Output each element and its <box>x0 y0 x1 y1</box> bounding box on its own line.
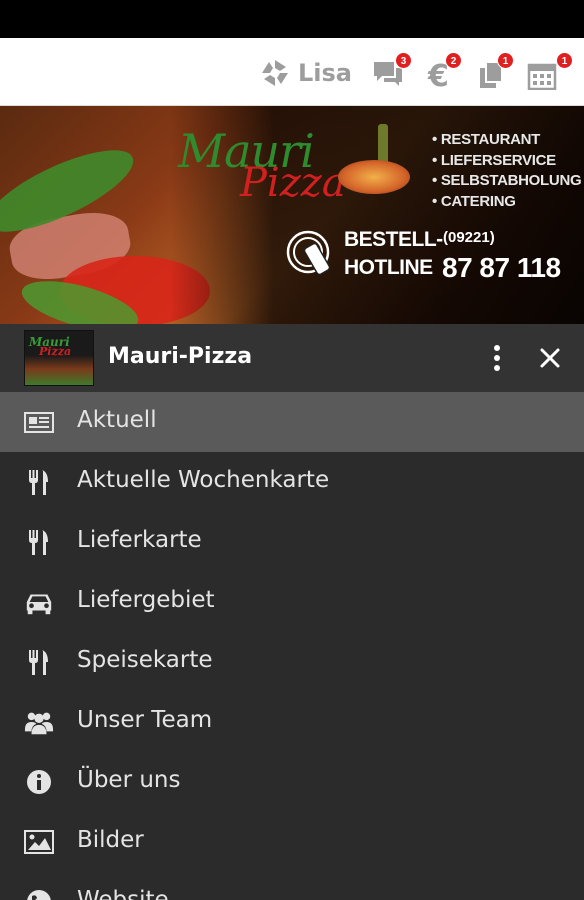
group-icon <box>24 712 54 735</box>
more-options-icon[interactable] <box>482 342 512 374</box>
thumbnail-word-pizza: Pizza <box>39 345 72 358</box>
menu-item-label: Website <box>77 887 169 900</box>
hotline-label-line1: BESTELL- <box>344 228 443 251</box>
service-item: RESTAURANT <box>432 130 581 151</box>
logo-word-pizza: Pizza <box>240 160 346 206</box>
service-item: LIEFERSERVICE <box>432 151 581 172</box>
calendar-badge: 1 <box>556 52 573 69</box>
menu-item-website[interactable]: Website <box>0 872 584 900</box>
logo-pizza-graphic <box>338 160 410 194</box>
menu-item-label: Aktuelle Wochenkarte <box>77 467 330 493</box>
brand-link[interactable]: Lisa <box>260 58 352 88</box>
documents-button[interactable]: 1 <box>478 52 514 92</box>
service-item: SELBSTABHOLUNG <box>432 171 582 192</box>
documents-badge: 1 <box>497 52 514 69</box>
restaurant-thumbnail: Mauri Pizza <box>24 330 94 386</box>
menu-item-label: Bilder <box>77 827 144 853</box>
newspaper-icon <box>24 412 54 433</box>
brand-label: Lisa <box>298 59 352 87</box>
area-code: (09221) <box>443 229 495 246</box>
menu-item-lieferkarte[interactable]: Lieferkarte <box>0 512 584 572</box>
phone-number[interactable]: 87 87 118 <box>442 252 561 284</box>
phone-ring-icon <box>286 230 331 276</box>
logo-bottle-graphic <box>378 124 388 164</box>
menu-item-label: Lieferkarte <box>77 527 202 553</box>
calendar-icon <box>527 63 557 90</box>
drawer-header: Mauri Pizza Mauri-Pizza <box>0 324 584 392</box>
cutlery-icon <box>29 530 48 555</box>
menu-item-ueber-uns[interactable]: Über uns <box>0 752 584 812</box>
messages-button[interactable]: 3 <box>372 52 412 92</box>
calendar-button[interactable]: 1 <box>527 52 573 92</box>
info-icon <box>27 770 51 794</box>
menu-item-label: Aktuell <box>77 407 157 433</box>
menu-item-label: Über uns <box>77 767 181 793</box>
close-icon[interactable] <box>534 342 566 374</box>
euro-badge: 2 <box>445 52 462 69</box>
menu-item-aktuelle-wochenkarte[interactable]: Aktuelle Wochenkarte <box>0 452 584 512</box>
menu-item-speisekarte[interactable]: Speisekarte <box>0 632 584 692</box>
drawer-title: Mauri-Pizza <box>108 344 253 369</box>
image-icon <box>24 830 54 854</box>
messages-badge: 3 <box>395 52 412 69</box>
menu-item-liefergebiet[interactable]: Liefergebiet <box>0 572 584 632</box>
app-top-bar: Lisa 3 € 2 1 1 <box>0 38 584 106</box>
hotline-label-line2: HOTLINE <box>344 256 433 279</box>
cutlery-icon <box>29 650 48 675</box>
brand-logo-icon <box>262 60 288 86</box>
service-item: CATERING <box>432 192 581 213</box>
payments-button[interactable]: € 2 <box>426 52 462 92</box>
navigation-menu: Aktuell Aktuelle Wochenkarte Lieferkarte… <box>0 392 584 900</box>
menu-item-aktuell[interactable]: Aktuell <box>0 392 584 452</box>
menu-item-label: Liefergebiet <box>77 587 215 613</box>
car-icon <box>26 594 52 615</box>
menu-item-label: Speisekarte <box>77 647 213 673</box>
menu-item-bilder[interactable]: Bilder <box>0 812 584 872</box>
globe-icon <box>27 890 51 900</box>
cutlery-icon <box>29 470 48 495</box>
services-list: RESTAURANT LIEFERSERVICE SELBSTABHOLUNG … <box>432 130 582 213</box>
menu-item-label: Unser Team <box>77 707 213 733</box>
menu-item-unser-team[interactable]: Unser Team <box>0 692 584 752</box>
status-bar <box>0 0 584 38</box>
